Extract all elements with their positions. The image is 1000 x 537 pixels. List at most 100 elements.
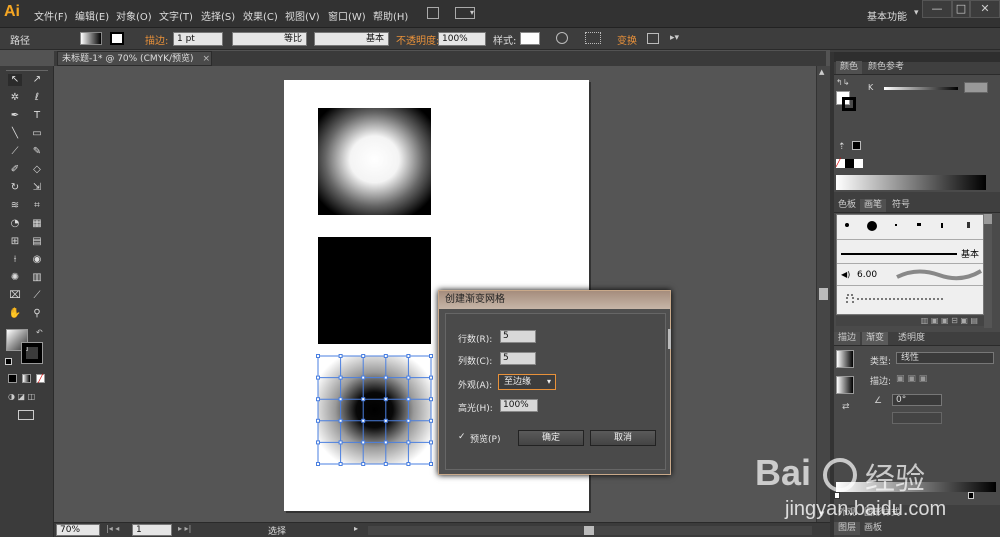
white-quick-swatch[interactable]: [854, 159, 863, 168]
tab-swatches[interactable]: 色板: [834, 199, 860, 212]
scroll-thumb[interactable]: [819, 288, 828, 300]
blob-brush-icon[interactable]: ✐: [8, 164, 22, 176]
scale-tool-icon[interactable]: ⇲: [30, 182, 44, 194]
mesh-anchor-point[interactable]: [361, 354, 366, 358]
mesh-anchor-point[interactable]: [316, 440, 320, 445]
column-graph-icon[interactable]: ▥: [30, 272, 44, 284]
gradient-angle-field[interactable]: 0°: [892, 394, 942, 406]
brush-thin[interactable]: [941, 223, 943, 228]
fill-swatch[interactable]: [80, 32, 102, 45]
tab-symbols[interactable]: 符号: [888, 199, 914, 212]
bridge-icon[interactable]: [427, 7, 439, 19]
page-field[interactable]: 1: [132, 524, 172, 536]
mesh-anchor-point[interactable]: [429, 354, 433, 358]
stroke-label[interactable]: 描边:: [145, 32, 168, 47]
rectangle-tool-icon[interactable]: ▭: [30, 128, 44, 140]
menu-select[interactable]: 选择(S): [201, 8, 235, 23]
brush-dot-tiny[interactable]: [895, 224, 897, 226]
free-transform-icon[interactable]: ⌗: [30, 200, 44, 212]
brush-small[interactable]: [967, 222, 970, 228]
mesh-anchor-point[interactable]: [316, 397, 320, 402]
arrange-documents-icon[interactable]: ▾: [455, 7, 475, 19]
ok-button[interactable]: 确定: [518, 430, 584, 446]
next-page-icon[interactable]: ▸ ▸|: [178, 524, 191, 533]
type-tool-icon[interactable]: T: [30, 110, 44, 122]
tab-stroke[interactable]: 描边: [834, 332, 861, 345]
stroke-swatch[interactable]: [110, 32, 124, 45]
stroke-color-icon[interactable]: [21, 342, 43, 364]
k-slider[interactable]: [884, 87, 958, 90]
close-window-button[interactable]: ✕: [970, 0, 1000, 18]
color-mode-icon[interactable]: [8, 374, 17, 383]
horizontal-scroll-thumb[interactable]: [584, 526, 594, 535]
mesh-anchor-point[interactable]: [361, 462, 366, 466]
mesh-anchor-point[interactable]: [406, 397, 411, 402]
swap-arrows-icon[interactable]: ↰↳: [836, 78, 849, 87]
black-square[interactable]: [318, 237, 431, 344]
mesh-anchor-point[interactable]: [406, 375, 411, 380]
mesh-anchor-point[interactable]: [316, 418, 320, 423]
brush-dot-small[interactable]: [845, 223, 849, 227]
menu-effect[interactable]: 效果(C): [243, 8, 278, 23]
tab-brushes[interactable]: 画笔: [860, 199, 887, 212]
tools-grip[interactable]: [6, 70, 48, 73]
isolate-icon[interactable]: [647, 33, 659, 44]
appearance-select[interactable]: 至边缘 ▾: [498, 374, 556, 390]
mesh-anchor-point[interactable]: [338, 397, 343, 402]
cancel-button[interactable]: 取消: [590, 430, 656, 446]
gradient-preview-swatch[interactable]: [836, 350, 854, 368]
mesh-anchor-point[interactable]: [383, 418, 388, 423]
aspect-ratio-field[interactable]: [892, 412, 942, 424]
swap-colors-icon[interactable]: ↶: [36, 328, 43, 337]
mesh-anchor-point[interactable]: [316, 375, 320, 380]
line-tool-icon[interactable]: ╲: [8, 128, 22, 140]
brush-definition[interactable]: 基本: [314, 32, 389, 46]
tab-color[interactable]: 颜色: [836, 61, 863, 74]
symbol-sprayer-icon[interactable]: ✺: [8, 272, 22, 284]
color-spectrum[interactable]: [836, 175, 986, 190]
preview-checkbox[interactable]: ✓: [458, 432, 468, 442]
pen-tool-icon[interactable]: ✒: [8, 110, 22, 122]
mesh-anchor-point[interactable]: [361, 418, 366, 423]
mesh-anchor-point[interactable]: [338, 354, 343, 358]
mesh-anchor-point[interactable]: [338, 375, 343, 380]
pattern-brush-dashed[interactable]: [845, 289, 955, 307]
screen-mode-icon[interactable]: [18, 410, 34, 420]
mesh-anchor-point[interactable]: [406, 462, 411, 466]
out-of-gamut-icon[interactable]: ⇡: [838, 142, 846, 152]
transform-link[interactable]: 变换: [617, 32, 637, 47]
gradient-type-select[interactable]: 线性: [896, 352, 994, 364]
panel-menu-icon[interactable]: ▸▾: [670, 33, 690, 44]
highlight-input[interactable]: 100%: [500, 399, 538, 412]
art-brush-wave[interactable]: [895, 265, 983, 283]
mesh-anchor-point[interactable]: [338, 462, 343, 466]
paintbrush-icon[interactable]: ⟋: [8, 146, 22, 158]
variable-width-profile[interactable]: 等比: [232, 32, 307, 46]
tab-transparency[interactable]: 透明度: [894, 332, 929, 345]
menu-window[interactable]: 窗口(W): [328, 8, 366, 23]
menu-file[interactable]: 文件(F): [34, 8, 68, 23]
mesh-anchor-point[interactable]: [361, 375, 366, 380]
mesh-anchor-point[interactable]: [383, 462, 388, 466]
menu-type[interactable]: 文字(T): [159, 8, 193, 23]
stroke-gradient-buttons[interactable]: ▣ ▣ ▣: [896, 374, 942, 386]
selection-tool-icon[interactable]: ↖: [8, 74, 22, 86]
mesh-anchor-point[interactable]: [383, 397, 388, 402]
black-swatch[interactable]: [852, 141, 861, 150]
columns-input[interactable]: 5: [500, 352, 536, 365]
brushes-scrollbar[interactable]: [984, 214, 992, 328]
scroll-up-icon[interactable]: ▲: [819, 68, 824, 76]
zoom-tool-icon[interactable]: ⚲: [30, 308, 44, 320]
chevron-down-icon[interactable]: ▾: [914, 8, 919, 18]
gradient-tool-icon[interactable]: ▤: [30, 236, 44, 248]
mesh-anchor-point[interactable]: [338, 418, 343, 423]
opacity-label[interactable]: 不透明度:: [396, 32, 439, 47]
magic-wand-icon[interactable]: ✲: [8, 92, 22, 104]
mesh-anchor-point[interactable]: [383, 354, 388, 358]
mesh-anchor-point[interactable]: [316, 354, 320, 358]
speaker-brush-icon[interactable]: ◀): [841, 270, 850, 279]
mesh-anchor-point[interactable]: [429, 397, 433, 402]
mesh-tool-icon[interactable]: ⊞: [8, 236, 22, 248]
tab-gradient[interactable]: 渐变: [862, 332, 889, 345]
opacity-field[interactable]: 100%: [438, 32, 486, 46]
